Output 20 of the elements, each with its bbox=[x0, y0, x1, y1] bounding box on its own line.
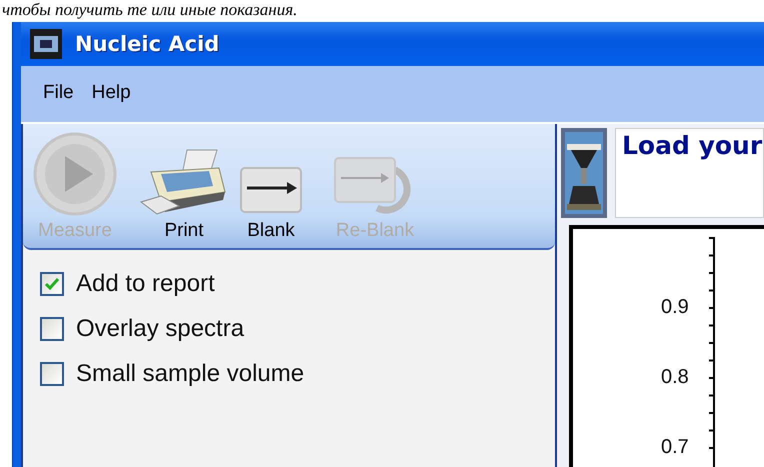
axis-tick-label: 0.8 bbox=[661, 366, 689, 389]
status-message: Load your bbox=[615, 128, 764, 218]
arrow-card-icon bbox=[239, 166, 303, 216]
menu-item[interactable]: Help bbox=[92, 82, 131, 104]
play-icon bbox=[33, 132, 117, 216]
window-title: Nucleic Acid bbox=[75, 32, 220, 56]
toolbar-button[interactable]: Print bbox=[139, 146, 229, 242]
toolbar-button[interactable]: Blank bbox=[239, 166, 303, 242]
menu-item[interactable]: File bbox=[43, 82, 74, 104]
checkbox-label: Small sample volume bbox=[76, 359, 304, 389]
app-icon bbox=[29, 28, 63, 60]
axis-tick-label: 0.7 bbox=[661, 436, 689, 459]
checkbox-label: Overlay spectra bbox=[76, 314, 244, 344]
caption-text: чтобы получить те или иные показания. bbox=[1, 0, 298, 20]
checkbox[interactable] bbox=[40, 272, 64, 296]
axis-tick-label: 0.9 bbox=[661, 296, 689, 319]
checkbox[interactable] bbox=[40, 317, 64, 341]
checkbox[interactable] bbox=[40, 362, 64, 386]
checkbox-label: Add to report bbox=[76, 269, 215, 299]
checkmark-icon bbox=[44, 277, 60, 291]
